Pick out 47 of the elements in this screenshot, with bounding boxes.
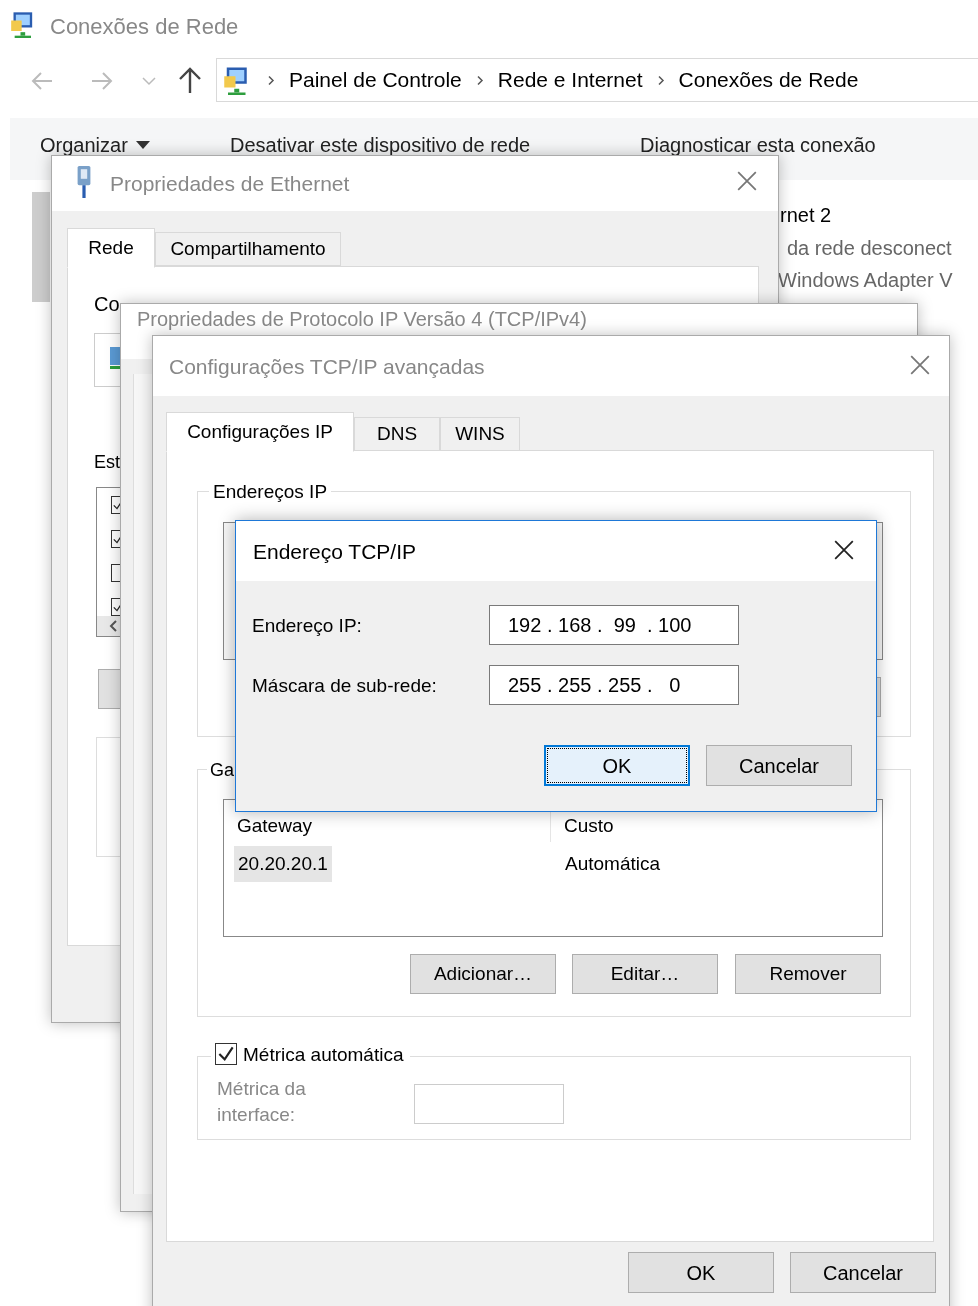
chevron-icon xyxy=(656,74,665,86)
field-label: Métrica da interface: xyxy=(217,1077,307,1127)
button[interactable]: Adicionar… xyxy=(410,954,556,994)
ip-address-field[interactable]: 192 . 168 . 99 . 100 xyxy=(489,605,739,645)
up-icon[interactable] xyxy=(178,66,202,94)
button[interactable]: Remover xyxy=(735,954,881,994)
window-title: Conexões de Rede xyxy=(50,13,239,41)
tab[interactable]: Configurações IP xyxy=(166,412,354,452)
adapter-name: Windows Adapter V xyxy=(778,268,953,293)
button[interactable]: Cancelar xyxy=(706,745,852,786)
button[interactable]: Editar… xyxy=(572,954,718,994)
scrollbar-thumb[interactable] xyxy=(32,192,50,302)
button[interactable]: Cancelar xyxy=(790,1252,936,1293)
field-label: Máscara de sub-rede: xyxy=(252,674,437,698)
ip-address-field[interactable]: 255 . 255 . 255 . 0 xyxy=(489,665,739,705)
toolbar-button[interactable]: Diagnosticar esta conexão xyxy=(640,130,876,160)
table-cell-text: Automática xyxy=(565,851,661,876)
tab[interactable]: Compartilhamento xyxy=(155,232,341,266)
scroll-left-icon[interactable] xyxy=(109,620,117,632)
breadcrumb-item[interactable]: Painel de Controle xyxy=(289,64,462,96)
checkbox-label: Métrica automática xyxy=(243,1044,404,1065)
section-label: Est xyxy=(94,451,120,474)
dialog-title: Configurações TCP/IP avançadas xyxy=(169,354,485,380)
chevron-icon xyxy=(475,74,484,86)
breadcrumb-item[interactable]: Rede e Internet xyxy=(497,64,643,96)
dialog-title: Propriedades de Protocolo IP Versão 4 (TCP/IPv4) xyxy=(137,307,587,331)
checkbox[interactable] xyxy=(215,1043,237,1065)
breadcrumb-item[interactable]: Conexões de Rede xyxy=(678,64,859,96)
button[interactable]: OK xyxy=(628,1252,774,1293)
connection-name: rnet 2 xyxy=(780,203,832,228)
tab[interactable]: Rede xyxy=(67,228,155,268)
section-label: Co xyxy=(94,292,120,317)
field-label: Endereço IP: xyxy=(252,614,362,638)
dialog-title: Endereço TCP/IP xyxy=(253,539,417,565)
button[interactable]: OK xyxy=(544,745,690,786)
check-icon xyxy=(218,1046,234,1062)
close-icon[interactable] xyxy=(833,539,855,561)
chevron-icon xyxy=(267,74,275,86)
caret-icon xyxy=(135,141,150,149)
toolbar-button[interactable]: Desativar este dispositivo de rede xyxy=(230,130,531,160)
tab[interactable]: WINS xyxy=(440,417,520,451)
tab[interactable]: DNS xyxy=(354,417,440,451)
table-cell[interactable]: 20.20.20.1 xyxy=(234,845,332,883)
connection-status: da rede desconect xyxy=(787,236,952,261)
dialog-title: Propriedades de Ethernet xyxy=(110,171,350,197)
toolbar-button[interactable]: Organizar xyxy=(40,130,150,160)
address-bar[interactable]: Painel de Controle Rede e Internet Conexões de Rede xyxy=(216,58,978,102)
